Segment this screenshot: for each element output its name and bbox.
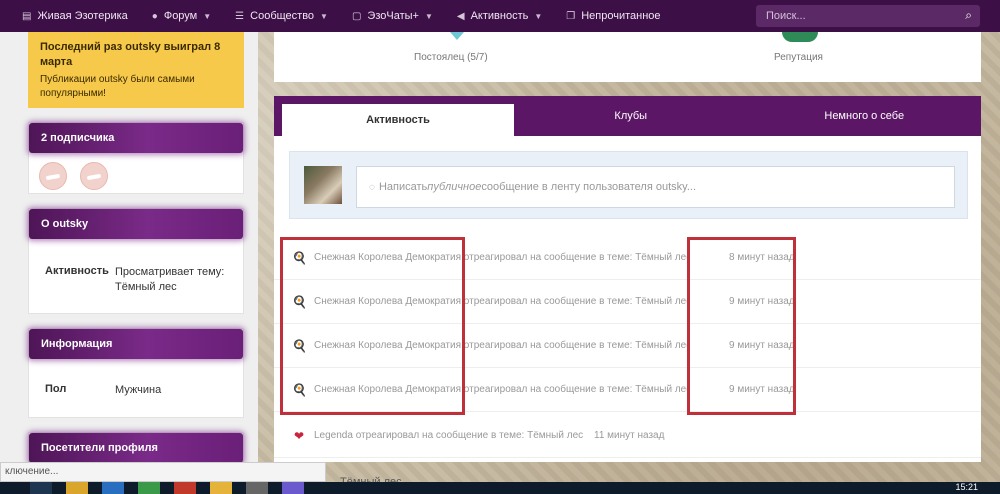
search-icon[interactable]: [30, 482, 52, 494]
top-navigation: ▤ Живая Эзотерика ● Форум ▼ ☰ Сообщество…: [0, 0, 1000, 32]
nav-label: ЭзоЧаты+: [367, 10, 419, 22]
followers-title: 2 подписчика: [29, 123, 243, 153]
about-card: О outsky Активность Просматривает тему: …: [28, 208, 244, 314]
avatar[interactable]: [39, 162, 67, 190]
comment-icon: ◌: [369, 181, 375, 193]
nav-item-activity[interactable]: ◀ Активность ▼: [445, 0, 554, 32]
followers-card: 2 подписчика: [28, 122, 244, 194]
info-card: Информация Пол Мужчина: [28, 328, 244, 418]
about-value[interactable]: Просматривает тему: Тёмный лес: [115, 265, 227, 295]
megaphone-icon: ◀: [456, 10, 465, 22]
feed-time: 11 минут назад: [594, 430, 665, 441]
app-icon[interactable]: [138, 482, 160, 494]
search-input[interactable]: [766, 10, 956, 22]
tab-activity[interactable]: Активность: [282, 104, 514, 136]
about-key: Активность: [45, 265, 109, 277]
browser-status-bar: ключение...: [0, 462, 326, 482]
highlight-box: [687, 237, 796, 415]
search-icon[interactable]: ⌕: [965, 8, 972, 23]
rank-label: Постоялец (5/7): [414, 52, 488, 63]
chat-bubble-icon: ▢: [351, 10, 362, 22]
visitors-card: Посетители профиля: [28, 432, 244, 463]
composer-italic: публичное: [427, 181, 482, 193]
winner-notice: Последний раз outsky выиграл 8 марта Пуб…: [28, 32, 244, 108]
nav-label: Активность: [470, 10, 529, 22]
chevron-down-icon: ▼: [203, 11, 212, 21]
document-icon: ▤: [22, 10, 32, 22]
reputation-badge: [782, 32, 818, 42]
search-box: ⌕: [756, 5, 980, 27]
nav-label: Непрочитанное: [581, 10, 661, 22]
nav-item-community[interactable]: ☰ Сообщество ▼: [223, 0, 340, 32]
app-icon[interactable]: [66, 482, 88, 494]
info-value: Мужчина: [115, 384, 162, 396]
feed-text[interactable]: Legenda отреагировал на сообщение в теме…: [314, 430, 584, 441]
about-activity: Активность Просматривает тему: Тёмный ле…: [29, 265, 243, 295]
composer-suffix: сообщение в ленту пользователя outsky...: [481, 181, 696, 193]
notice-text: Публикации outsky были самыми популярным…: [40, 74, 195, 99]
browser-icon[interactable]: [174, 482, 196, 494]
avatar[interactable]: [80, 162, 109, 190]
nav-item-unread[interactable]: ❐ Непрочитанное: [554, 0, 672, 32]
notice-title: Последний раз outsky выиграл 8 марта: [40, 41, 221, 68]
chat-icon: ●: [151, 10, 158, 22]
composer-prefix: Написать: [378, 181, 428, 193]
about-title: О outsky: [29, 209, 243, 239]
list-item[interactable]: ❤ Legenda отреагировал на сообщение в те…: [274, 414, 981, 458]
visitors-title: Посетители профиля: [29, 433, 243, 463]
nav-item-esochats[interactable]: ▢ ЭзоЧаты+ ▼: [340, 0, 445, 32]
reputation-label: Репутация: [774, 52, 823, 63]
nav-label: Сообщество: [250, 10, 315, 22]
taskbar: 15:21: [0, 482, 1000, 494]
nav-item-forum[interactable]: ● Форум ▼: [140, 0, 223, 32]
folder-icon[interactable]: [210, 482, 232, 494]
clock: 15:21: [955, 482, 978, 492]
chevron-down-icon: ▼: [320, 11, 328, 21]
status-input[interactable]: ◌ Написать публичное сообщение в ленту п…: [356, 166, 955, 208]
profile-stats: Постоялец (5/7) Репутация: [274, 32, 981, 82]
gear-icon[interactable]: [246, 482, 268, 494]
app-icon[interactable]: [282, 482, 304, 494]
status-composer: ◌ Написать публичное сообщение в ленту п…: [289, 151, 968, 219]
activity-panel: Активность Клубы Немного о себе ◌ Написа…: [274, 96, 981, 462]
rank-marker-icon: [450, 32, 464, 40]
info-gender: Пол Мужчина: [29, 383, 243, 398]
nav-item-live-esoterics[interactable]: ▤ Живая Эзотерика: [0, 0, 140, 32]
tab-about[interactable]: Немного о себе: [748, 96, 982, 136]
copy-icon: ❐: [566, 10, 576, 22]
heart-icon: ❤: [293, 428, 305, 443]
chevron-down-icon: ▼: [424, 11, 433, 21]
highlight-box: [280, 237, 465, 415]
tab-clubs[interactable]: Клубы: [514, 96, 748, 136]
list-icon: ☰: [235, 10, 245, 22]
info-key: Пол: [45, 383, 67, 395]
nav-label: Форум: [163, 10, 198, 22]
profile-tabs: Активность Клубы Немного о себе: [274, 96, 981, 136]
app-icon[interactable]: [102, 482, 124, 494]
nav-label: Живая Эзотерика: [37, 10, 128, 22]
followers-list: [29, 153, 243, 202]
info-title: Информация: [29, 329, 243, 359]
chevron-down-icon: ▼: [534, 11, 543, 21]
avatar: [304, 166, 342, 204]
